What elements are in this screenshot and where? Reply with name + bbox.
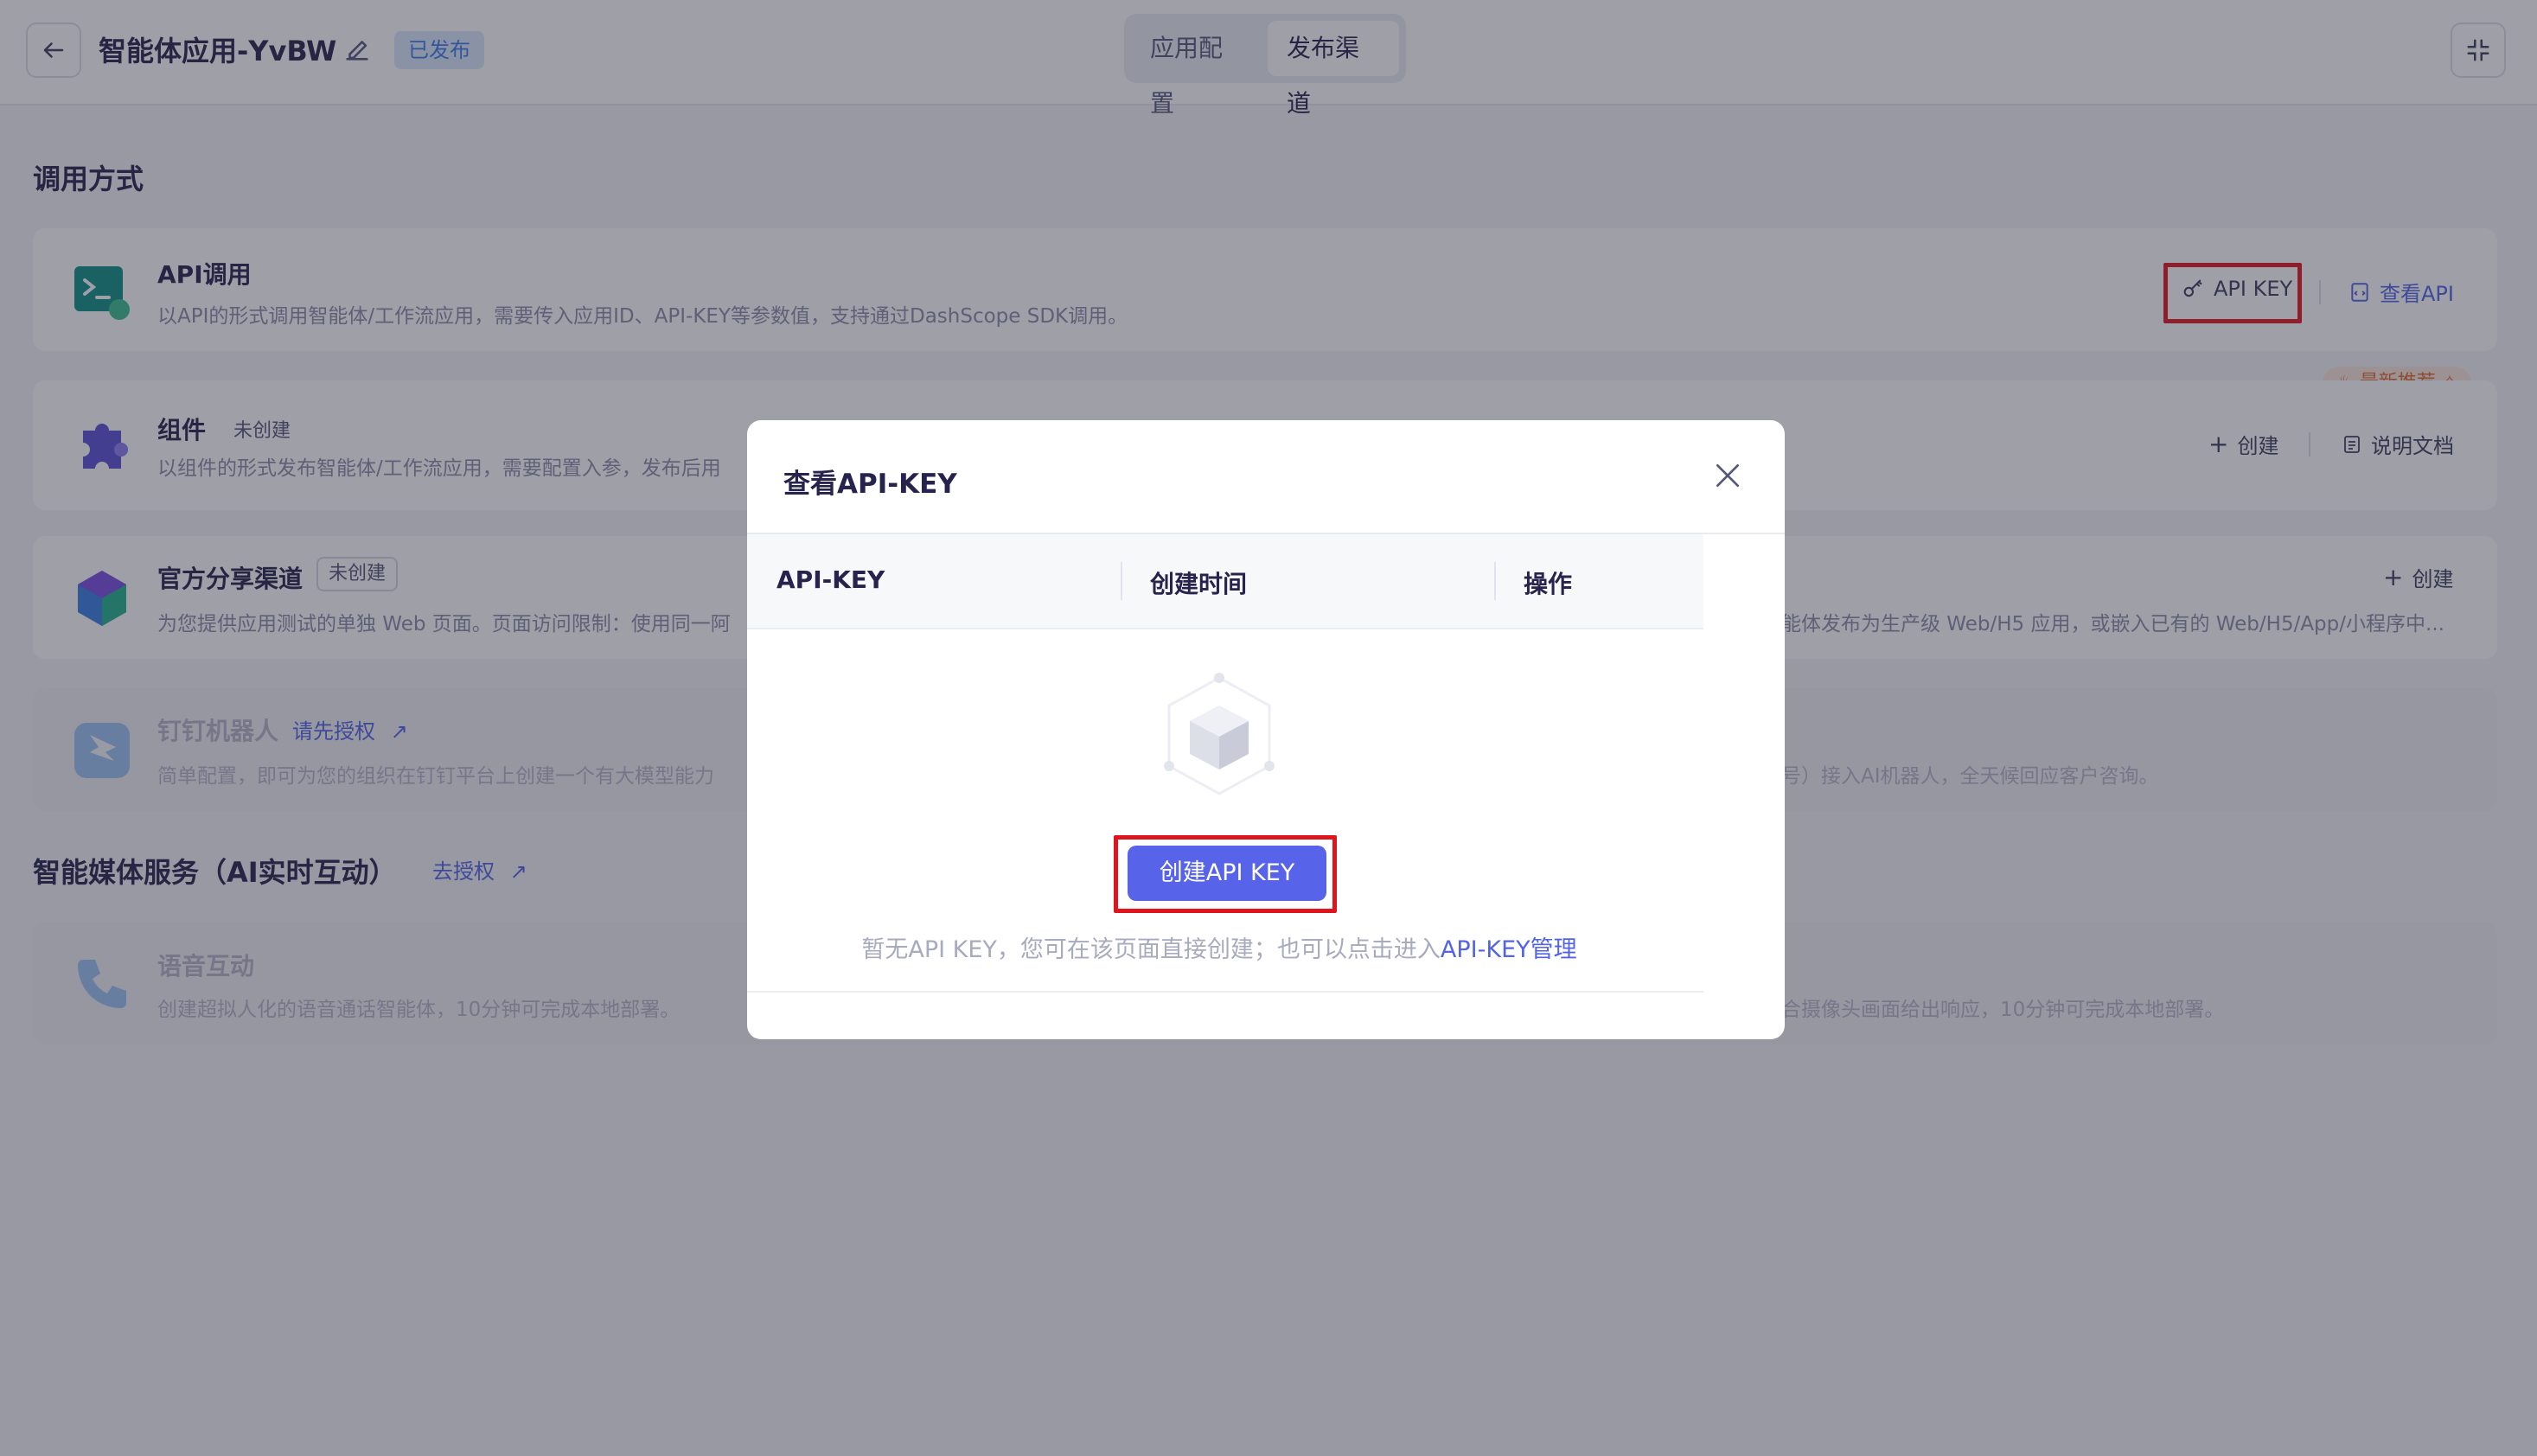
api-key-manage-link[interactable]: API-KEY管理 — [1441, 936, 1577, 963]
empty-hint-text: 暂无API KEY，您可在该页面直接创建；也可以点击进入 — [861, 936, 1441, 963]
empty-box-icon — [1164, 673, 1275, 795]
close-icon[interactable] — [1710, 458, 1745, 493]
page: 智能体应用-YvBW 已发布 应用配置 发布渠道 调用方式 API调用 以API… — [0, 0, 2537, 1456]
column-api-key: API-KEY — [776, 565, 885, 594]
column-divider — [1494, 562, 1496, 600]
column-actions: 操作 — [1524, 570, 1573, 598]
modal-title: 查看API-KEY — [783, 469, 957, 500]
api-key-modal: 查看API-KEY API-KEY 创建时间 操作 创建API KEY 暂无AP… — [747, 420, 1785, 1039]
highlight-create-button — [1114, 835, 1337, 913]
column-created-time: 创建时间 — [1150, 570, 1248, 598]
empty-hint: 暂无API KEY，您可在该页面直接创建；也可以点击进入API-KEY管理 — [856, 930, 1582, 964]
table-bottom-divider — [747, 991, 1703, 993]
column-divider — [1121, 562, 1122, 600]
api-key-table-header: API-KEY 创建时间 操作 — [747, 534, 1703, 629]
